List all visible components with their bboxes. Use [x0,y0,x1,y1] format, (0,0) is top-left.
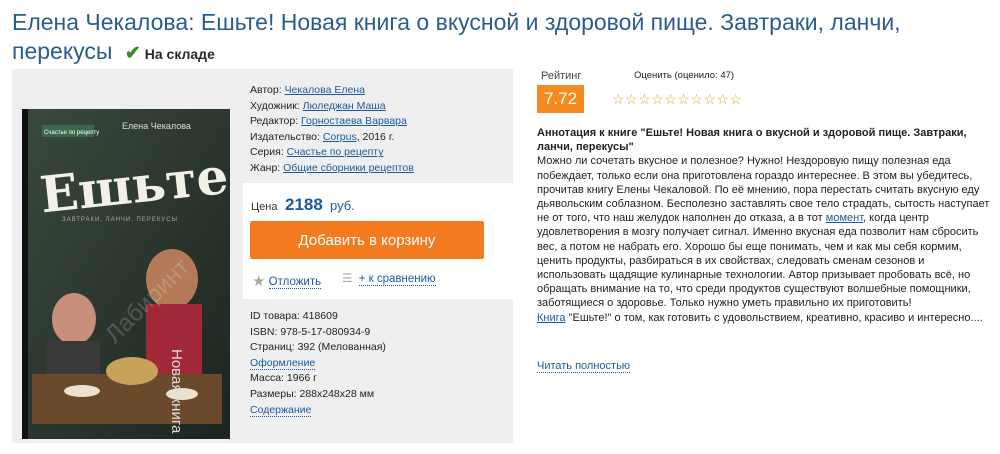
book-meta: Автор: Чекалова Елена Художник: Люледжан… [250,83,414,177]
rating-stars-input[interactable]: ☆☆☆☆☆☆☆☆☆☆ [612,91,743,108]
svg-text:Новая книга: Новая книга [168,349,185,434]
defer-link[interactable]: Отложить [268,276,322,289]
publish-year: , 2016 г. [356,130,395,143]
annotation-title: Аннотация к книге "Ешьте! Новая книга о … [537,127,967,154]
annotation: Аннотация к книге "Ешьте! Новая книга о … [537,126,992,325]
artist-link[interactable]: Люледжан Маша [303,100,386,112]
product-id-label: ID товара: [250,310,300,322]
size-label: Размеры: [250,387,297,400]
star-icon: ★ [252,273,266,290]
annotation-body: Можно ли сочетать вкусное и полезное? Ну… [537,154,992,324]
pages-label: Страниц: [250,341,295,354]
pages-value: 392 (Мелованная) [297,341,386,354]
stock-status-label: На складе [144,46,215,62]
moment-link[interactable]: момент [826,212,863,224]
isbn-label: ISBN: [250,325,278,338]
cover-author: Елена Чекалова [122,121,191,131]
checkmark-icon: ✔ [124,43,141,64]
product-info: ID товара: 418609 ISBN: 978-5-17-080934-… [250,309,386,418]
stock-status: ✔ На складе [124,43,215,64]
cover-series-text: Счастье по рецепту [44,130,99,136]
weight-label: Масса: [250,372,284,385]
product-panel: Счастье по рецепту Елена Чекалова Ешьте!… [12,69,513,443]
annotation-text-2: , когда центр удовлетворения в мозгу пол… [537,212,979,310]
contents-row: Содержание [250,403,386,419]
price-currency: руб. [330,198,355,213]
design-link[interactable]: Оформление [250,356,316,370]
rating-badge: 7.72 [537,85,584,113]
author-row: Автор: Чекалова Елена [250,83,414,99]
author-label: Автор: [250,84,282,96]
defer-action[interactable]: ★ Отложить [252,271,322,290]
book-link[interactable]: Книга [537,312,566,324]
author-link[interactable]: Чекалова Елена [285,84,365,96]
publisher-link[interactable]: Corpus [323,131,357,143]
artist-row: Художник: Люледжан Маша [250,99,414,115]
series-row: Серия: Счастье по рецепту [250,145,414,161]
size-row: Размеры: 288x248x28 мм [250,387,386,403]
editor-link[interactable]: Горностаева Варвара [301,115,407,127]
isbn-value: 978-5-17-080934-9 [280,325,371,338]
add-to-cart-button[interactable]: Добавить в корзину [250,221,484,259]
size-value: 288x248x28 мм [299,387,375,400]
compare-list-icon: ☰ [342,273,353,285]
details-column: Автор: Чекалова Елена Художник: Люледжан… [243,69,513,443]
genre-label: Жанр: [250,161,281,174]
buy-box: Цена 2188 руб. Добавить в корзину ★ Отло… [243,183,513,299]
book-cover-image[interactable]: Счастье по рецепту Елена Чекалова Ешьте!… [22,109,230,439]
rate-label: Оценить (оценило: 47) [634,70,735,81]
rating-label: Рейтинг [541,70,582,82]
artist-label: Художник: [250,99,300,112]
contents-link[interactable]: Содержание [250,403,312,417]
series-label: Серия: [250,146,284,159]
compare-link[interactable]: + к сравнению [358,273,436,286]
editor-row: Редактор: Горностаева Варвара [250,114,414,130]
publisher-row: Издательство: Corpus, 2016 г. [250,130,414,146]
product-id-value: 418609 [302,310,338,322]
weight-value: 1966 г [286,372,317,385]
compare-action[interactable]: ☰ + к сравнению [342,271,436,286]
publisher-label: Издательство: [250,130,320,143]
svg-text:ЗАВТРАКИ, ЛАНЧИ, ПЕРЕКУСЫ: ЗАВТРАКИ, ЛАНЧИ, ПЕРЕКУСЫ [62,217,178,223]
genre-row: Жанр: Общие сборники рецептов [250,161,414,177]
weight-row: Масса: 1966 г [250,371,386,387]
isbn-row: ISBN: 978-5-17-080934-9 [250,325,386,341]
genre-link[interactable]: Общие сборники рецептов [283,162,414,174]
read-more-link[interactable]: Читать полностью [537,360,631,373]
product-id-row: ID товара: 418609 [250,309,386,325]
editor-label: Редактор: [250,115,299,128]
page-title: Елена Чекалова: Ешьте! Новая книга о вку… [12,8,987,69]
pages-row: Страниц: 392 (Мелованная) [250,340,386,356]
annotation-text-3: "Ешьте!" о том, как готовить с удовольст… [565,311,983,324]
price-label: Цена [251,201,278,213]
price-value: 2188 [285,195,323,214]
design-row: Оформление [250,356,386,372]
series-link[interactable]: Счастье по рецепту [287,146,384,158]
